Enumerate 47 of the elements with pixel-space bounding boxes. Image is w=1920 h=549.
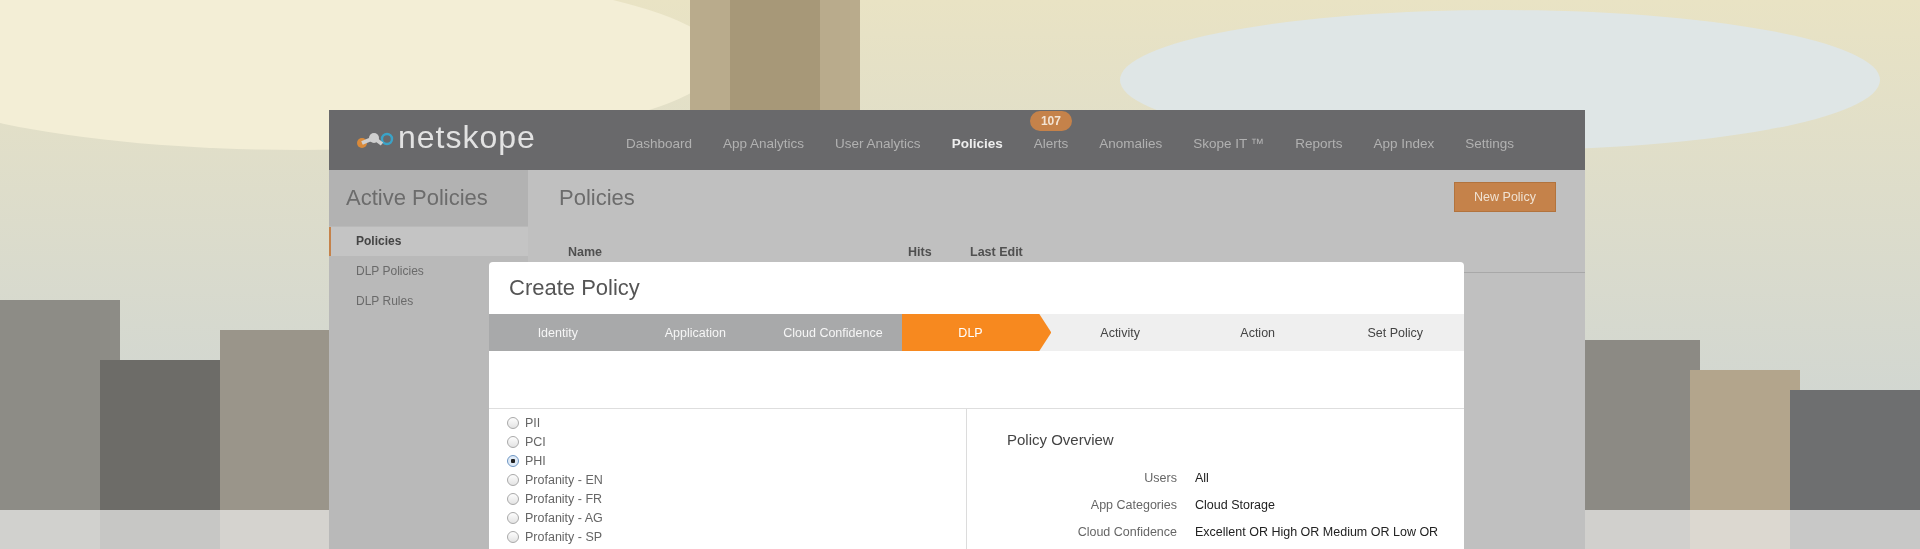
field-value: Excellent OR High OR Medium OR Low OR: [1195, 524, 1439, 539]
nav-tab[interactable]: Skope IT ™: [1193, 135, 1265, 151]
nav-tab[interactable]: Settings: [1465, 135, 1515, 151]
alert-count-badge: 107: [1029, 110, 1072, 131]
column-header: Last Edit: [970, 245, 1023, 259]
option-label: Profanity - AG: [525, 510, 603, 525]
column-header: Name: [568, 245, 603, 259]
radio-button[interactable]: [507, 435, 519, 448]
radio-button[interactable]: [507, 473, 519, 486]
wizard-step[interactable]: Action: [1188, 314, 1327, 351]
sidebar-item[interactable]: Policies: [329, 227, 528, 256]
overview-title: Policy Overview: [1007, 431, 1115, 448]
wizard-step[interactable]: Application: [626, 314, 765, 351]
logo-text: netskope: [398, 118, 536, 156]
radio-button[interactable]: [507, 454, 519, 467]
nav-tab[interactable]: Dashboard: [626, 135, 693, 151]
wizard-step[interactable]: Cloud Confidence: [764, 314, 902, 351]
radio-button[interactable]: [507, 492, 519, 505]
column-header: Hits: [908, 245, 932, 259]
field-value: All: [1195, 470, 1209, 485]
sidebar-title: Active Policies: [329, 170, 528, 226]
field-value: Cloud Storage: [1195, 497, 1275, 512]
wizard-step[interactable]: Set Policy: [1326, 314, 1465, 351]
field-label: Cloud Confidence: [1076, 524, 1177, 539]
field-label: App Categories: [1089, 497, 1177, 512]
wizard-step[interactable]: Activity: [1051, 314, 1189, 351]
option-label: PII: [525, 415, 541, 430]
new-policy-button[interactable]: New Policy: [1454, 182, 1556, 212]
radio-button[interactable]: [507, 530, 519, 543]
field-label: Users: [1143, 470, 1177, 485]
nav-tab[interactable]: User Analytics: [835, 135, 921, 151]
option-label: Profanity - SP: [525, 529, 603, 544]
wizard-step[interactable]: DLP: [901, 314, 1052, 351]
page-title: Policies: [559, 185, 635, 211]
nav-tab[interactable]: App Index: [1373, 135, 1435, 151]
radio-button[interactable]: [507, 416, 519, 429]
dialog-title: Create Policy: [508, 274, 641, 302]
option-label: PHI: [525, 453, 546, 468]
nav-tab[interactable]: Policies: [951, 135, 1003, 151]
nav-tab[interactable]: App Analytics: [723, 135, 805, 151]
option-label: Profanity - FR: [525, 491, 603, 506]
radio-button[interactable]: [507, 511, 519, 524]
nav-tab[interactable]: Anomalies: [1099, 135, 1163, 151]
wizard-step[interactable]: Identity: [489, 314, 627, 351]
option-label: Profanity - EN: [525, 472, 603, 487]
nav-tab[interactable]: Reports: [1295, 135, 1343, 151]
option-label: PCI: [525, 434, 546, 449]
